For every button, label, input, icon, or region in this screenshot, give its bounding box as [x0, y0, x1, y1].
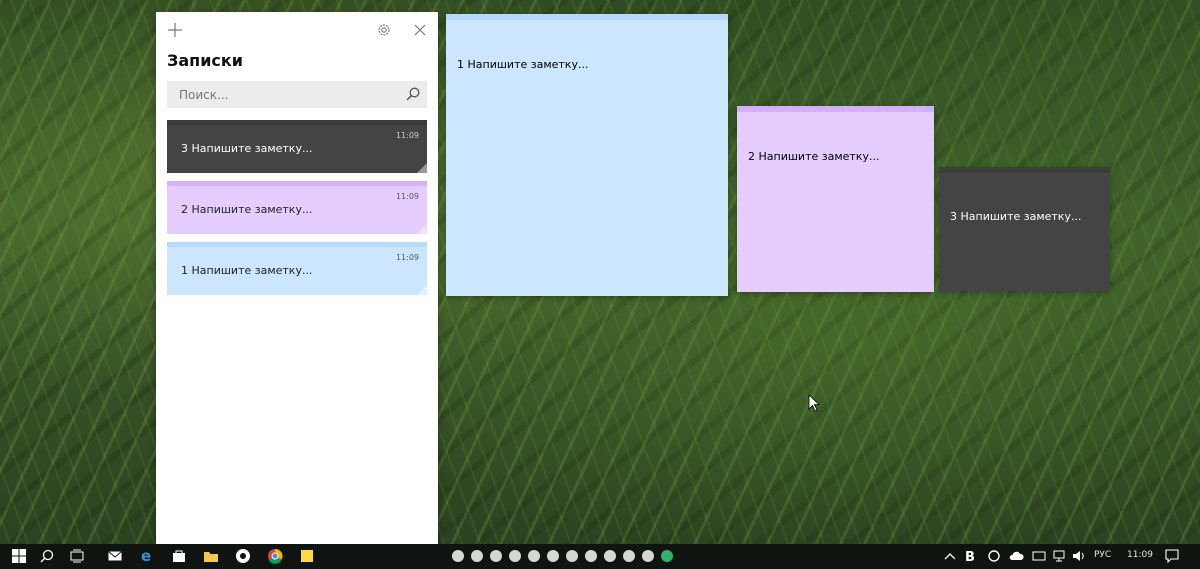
note-text[interactable]: 3 Напишите заметку...	[950, 210, 1081, 223]
plus-icon	[168, 23, 182, 37]
sticky-note-3[interactable]: 3 Напишите заметку...	[939, 167, 1110, 291]
volume-button[interactable]	[1070, 547, 1088, 565]
note-text[interactable]: 1 Напишите заметку...	[457, 58, 588, 71]
add-note-button[interactable]	[165, 20, 185, 40]
action-center-button[interactable]	[1163, 547, 1181, 565]
svg-text:e: e	[141, 548, 151, 564]
folder-icon	[204, 552, 218, 562]
gear-icon	[378, 24, 390, 36]
tray-app-b-button[interactable]: B	[962, 547, 980, 565]
close-button[interactable]	[410, 20, 430, 40]
note-header-band[interactable]	[446, 14, 728, 20]
note-preview-text: 3 Напишите заметку...	[181, 142, 313, 155]
note-list-item[interactable]: 11:09 2 Напишите заметку...	[167, 181, 427, 234]
app-icon-10[interactable]	[623, 550, 635, 562]
note-corner-fold	[417, 163, 427, 173]
note-header-band[interactable]	[737, 106, 934, 112]
network-icon	[1053, 550, 1065, 562]
search-box[interactable]	[167, 81, 427, 108]
mail-app-button[interactable]	[106, 547, 124, 565]
b-app-icon: B	[965, 550, 975, 563]
note-corner-fold	[417, 224, 427, 234]
app-icon-8[interactable]	[585, 550, 597, 562]
app-icon-12[interactable]	[661, 550, 673, 562]
app-icon-2[interactable]	[471, 550, 483, 562]
note-text[interactable]: 2 Напишите заметку...	[748, 150, 879, 163]
media-app-button[interactable]	[234, 547, 252, 565]
task-view-icon	[70, 549, 84, 563]
media-player-icon	[236, 549, 250, 563]
settings-button[interactable]	[374, 20, 394, 40]
app-icon-6[interactable]	[547, 550, 559, 562]
sticky-notes-icon	[301, 550, 313, 562]
app-icon-11[interactable]	[642, 550, 654, 562]
page-title: Записки	[167, 51, 243, 70]
language-indicator[interactable]: РУС	[1094, 550, 1111, 560]
notification-icon	[1165, 549, 1179, 563]
tray-device-button[interactable]	[1030, 547, 1048, 565]
sticky-notes-app-button[interactable]	[298, 547, 316, 565]
close-icon	[414, 24, 426, 36]
app-icon-7[interactable]	[566, 550, 578, 562]
mouse-cursor-icon	[808, 394, 820, 412]
taskbar-clock[interactable]: 11:09	[1127, 550, 1153, 560]
start-button[interactable]	[10, 547, 28, 565]
search-taskbar-button[interactable]	[38, 547, 56, 565]
note-color-band	[167, 120, 427, 125]
app-icon-4[interactable]	[509, 550, 521, 562]
note-preview-text: 2 Напишите заметку...	[181, 203, 313, 216]
sticky-note-2[interactable]: 2 Напишите заметку...	[737, 106, 934, 292]
note-timestamp: 11:09	[395, 131, 419, 140]
chrome-icon	[268, 548, 283, 564]
note-corner-fold	[417, 285, 427, 295]
task-view-button[interactable]	[68, 547, 86, 565]
file-explorer-button[interactable]	[202, 547, 220, 565]
cloud-icon	[1009, 551, 1024, 560]
chrome-browser-button[interactable]	[266, 547, 284, 565]
tray-app-icon	[988, 550, 1000, 562]
app-icon-5[interactable]	[528, 550, 540, 562]
show-hidden-icons-button[interactable]	[941, 547, 959, 565]
mail-icon	[108, 551, 122, 561]
search-icon[interactable]	[405, 86, 421, 106]
store-icon	[173, 550, 185, 562]
note-header-band[interactable]	[939, 167, 1110, 173]
taskbar: e B РУС 11:09	[0, 544, 1200, 569]
app-icon-9[interactable]	[604, 550, 616, 562]
note-color-band	[167, 181, 427, 186]
notes-list-window: Записки 11:09 3 Напишите заметку... 11:09 2…	[156, 12, 438, 544]
app-icon-1[interactable]	[452, 550, 464, 562]
note-list-item[interactable]: 11:09 1 Напишите заметку...	[167, 242, 427, 295]
chevron-up-icon	[944, 553, 956, 560]
sticky-note-1[interactable]: 1 Напишите заметку...	[446, 14, 728, 296]
note-timestamp: 11:09	[395, 192, 419, 201]
desktop: Записки 11:09 3 Напишите заметку... 11:09 2…	[0, 0, 1200, 544]
window-titlebar	[156, 12, 438, 48]
volume-icon	[1073, 551, 1084, 561]
svg-text:B: B	[965, 550, 975, 563]
windows-logo-icon	[12, 549, 26, 563]
note-timestamp: 11:09	[395, 253, 419, 262]
note-color-band	[167, 242, 427, 247]
edge-icon: e	[141, 548, 151, 564]
search-icon	[40, 549, 54, 563]
note-list-item[interactable]: 11:09 3 Напишите заметку...	[167, 120, 427, 173]
note-preview-text: 1 Напишите заметку...	[181, 264, 313, 277]
tray-app-button[interactable]	[985, 547, 1003, 565]
app-icon-3[interactable]	[490, 550, 502, 562]
onedrive-button[interactable]	[1007, 547, 1025, 565]
network-button[interactable]	[1050, 547, 1068, 565]
store-app-button[interactable]	[170, 547, 188, 565]
device-icon	[1032, 551, 1046, 561]
search-input[interactable]	[177, 86, 401, 103]
edge-browser-button[interactable]: e	[138, 547, 156, 565]
